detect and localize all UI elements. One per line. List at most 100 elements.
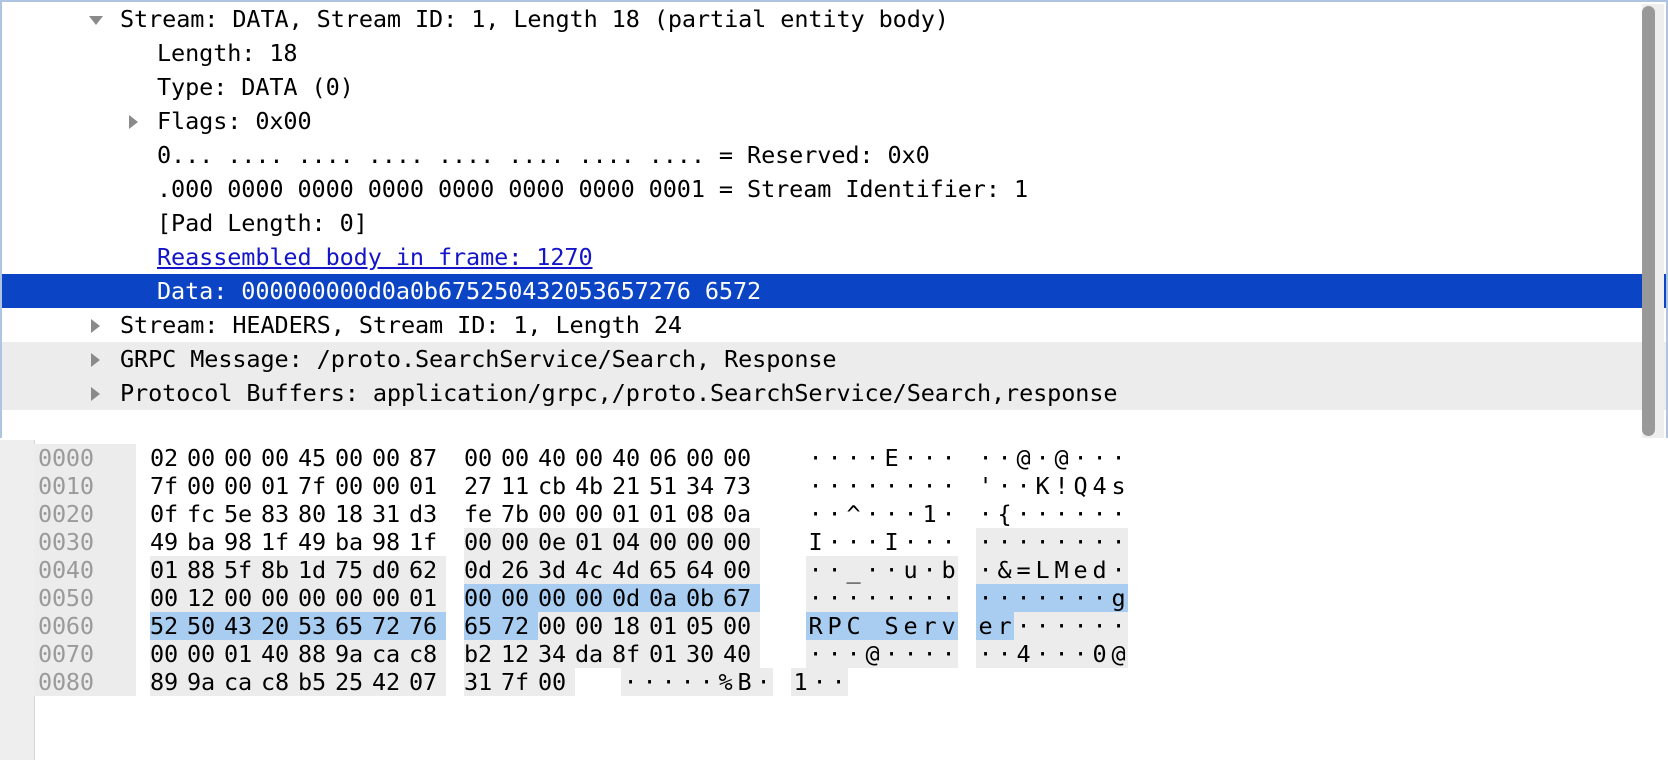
ascii-column[interactable]: ···@···· ··4···0@ bbox=[760, 640, 1128, 668]
hex-bytes-left[interactable]: 00000140889acac8 bbox=[150, 640, 446, 668]
hex-dump-rows[interactable]: 000002000000450000870000400040060000····… bbox=[34, 444, 1128, 696]
hex-dump-row[interactable]: 006052504320536572766572000018010500RPC … bbox=[34, 612, 1128, 640]
hex-bytes-column[interactable]: 01885f8b1d75d062 0d263d4c4d656400 bbox=[136, 556, 760, 584]
hex-dump-row[interactable]: 00200ffc5e83801831d3fe7b00000101080a··^·… bbox=[34, 500, 1128, 528]
ascii-column[interactable]: ········ '··K!Q4s bbox=[760, 472, 1128, 500]
ascii-column[interactable]: ··_··u·b ·&=LMed· bbox=[760, 556, 1128, 584]
hex-bytes-left[interactable]: 01885f8b1d75d062 bbox=[150, 556, 446, 584]
detail-tree-row[interactable]: Stream: DATA, Stream ID: 1, Length 18 (p… bbox=[2, 2, 1666, 36]
hex-bytes-column[interactable]: 0200000045000087 0000400040060000 bbox=[136, 444, 760, 472]
hex-dump-row[interactable]: 000002000000450000870000400040060000····… bbox=[34, 444, 1128, 472]
chevron-right-icon[interactable] bbox=[122, 104, 148, 138]
ascii-span[interactable]: ···@···· bbox=[806, 640, 958, 668]
chevron-right-icon[interactable] bbox=[84, 342, 110, 376]
hex-bytes-column[interactable]: 49ba981f49ba981f 00000e0104000000 bbox=[136, 528, 760, 556]
detail-tree-row[interactable]: 0... .... .... .... .... .... .... .... … bbox=[2, 138, 1666, 172]
hex-byte-span[interactable]: 0012000000000001 bbox=[150, 584, 446, 612]
hex-byte-span[interactable]: 317f00 bbox=[464, 668, 575, 696]
hex-byte-span[interactable]: 0200000045000087 bbox=[150, 444, 446, 472]
hex-byte-span[interactable]: 0d263d4c4d656400 bbox=[464, 556, 760, 584]
ascii-span[interactable]: 1·· bbox=[791, 668, 848, 696]
ascii-span[interactable]: ········ bbox=[976, 528, 1128, 556]
hex-bytes-right[interactable]: 2711cb4b21513473 bbox=[464, 472, 760, 500]
ascii-left[interactable]: ··_··u·b bbox=[806, 556, 958, 584]
ascii-span[interactable]: ······ bbox=[1014, 612, 1128, 640]
ascii-span[interactable]: ·&=LMed· bbox=[976, 556, 1128, 584]
ascii-right[interactable]: '··K!Q4s bbox=[976, 472, 1128, 500]
hex-bytes-left[interactable]: 49ba981f49ba981f bbox=[150, 528, 446, 556]
hex-bytes-column[interactable]: 7f0000017f000001 2711cb4b21513473 bbox=[136, 472, 760, 500]
hex-bytes-left[interactable]: 7f0000017f000001 bbox=[150, 472, 446, 500]
ascii-span[interactable]: ········ bbox=[806, 584, 958, 612]
ascii-left[interactable]: ···@···· bbox=[806, 640, 958, 668]
ascii-left[interactable]: ··^···1· bbox=[806, 500, 958, 528]
hex-dump-row[interactable]: 003049ba981f49ba981f00000e0104000000I···… bbox=[34, 528, 1128, 556]
hex-bytes-column[interactable]: 0012000000000001 000000000d0a0b67 bbox=[136, 584, 760, 612]
ascii-left[interactable]: ········ bbox=[806, 472, 958, 500]
hex-bytes-left[interactable]: 899acac8b5254207 bbox=[150, 668, 446, 696]
hex-byte-span[interactable]: b21234da8f013040 bbox=[464, 640, 760, 668]
ascii-span[interactable]: ····E··· bbox=[806, 444, 958, 472]
ascii-left[interactable]: I···I··· bbox=[806, 528, 958, 556]
hex-byte-span[interactable]: 2711cb4b21513473 bbox=[464, 472, 760, 500]
detail-tree-row[interactable]: Length: 18 bbox=[2, 36, 1666, 70]
hex-byte-span[interactable]: 01885f8b1d75d062 bbox=[150, 556, 446, 584]
hex-bytes-left[interactable]: 5250432053657276 bbox=[150, 612, 446, 640]
hex-byte-span[interactable]: 899acac8b5254207 bbox=[150, 668, 446, 696]
hex-bytes-column[interactable]: 899acac8b5254207 317f00 bbox=[136, 668, 575, 696]
detail-tree-row[interactable]: Data: 000000000d0a0b675250432053657276 6… bbox=[2, 274, 1666, 308]
hex-bytes-right[interactable]: 00000e0104000000 bbox=[464, 528, 760, 556]
ascii-right[interactable]: ··4···0@ bbox=[976, 640, 1128, 668]
ascii-right[interactable]: ··@·@··· bbox=[976, 444, 1128, 472]
ascii-span[interactable]: ··4···0@ bbox=[976, 640, 1128, 668]
hex-bytes-right[interactable]: 317f00 bbox=[464, 668, 575, 696]
chevron-down-icon[interactable] bbox=[84, 2, 110, 36]
hex-bytes-right[interactable]: 0d263d4c4d656400 bbox=[464, 556, 760, 584]
ascii-span[interactable]: ·······g bbox=[976, 584, 1128, 612]
ascii-column[interactable]: ··^···1· ·{······ bbox=[760, 500, 1128, 528]
hex-bytes-right[interactable]: 000000000d0a0b67 bbox=[464, 584, 760, 612]
detail-pane-scrollbar-track[interactable] bbox=[1642, 4, 1664, 438]
packet-detail-tree[interactable]: Stream: DATA, Stream ID: 1, Length 18 (p… bbox=[2, 2, 1666, 436]
detail-tree-row[interactable]: Type: DATA (0) bbox=[2, 70, 1666, 104]
ascii-left[interactable]: RPC Serv bbox=[806, 612, 958, 640]
ascii-column[interactable]: RPC Serv er······ bbox=[760, 612, 1128, 640]
hex-dump-row[interactable]: 00500012000000000001000000000d0a0b67····… bbox=[34, 584, 1128, 612]
detail-pane-scrollbar-thumb[interactable] bbox=[1642, 6, 1655, 436]
ascii-left[interactable]: ········ bbox=[806, 584, 958, 612]
ascii-span[interactable]: I···I··· bbox=[806, 528, 958, 556]
ascii-right[interactable]: 1·· bbox=[791, 668, 848, 696]
hex-byte-span[interactable]: 000018010500 bbox=[538, 612, 760, 640]
hex-bytes-column[interactable]: 0ffc5e83801831d3fe7b00000101080a bbox=[136, 500, 760, 528]
ascii-span[interactable]: ········ bbox=[806, 472, 958, 500]
hex-dump-row[interactable]: 00107f0000017f0000012711cb4b21513473····… bbox=[34, 472, 1128, 500]
hex-byte-span[interactable]: 49ba981f49ba981f bbox=[150, 528, 446, 556]
ascii-span[interactable]: ··@·@··· bbox=[976, 444, 1128, 472]
ascii-span[interactable]: '··K!Q4s bbox=[976, 472, 1128, 500]
ascii-right[interactable]: ········ bbox=[976, 528, 1128, 556]
hex-bytes-column[interactable]: 52504320536572766572000018010500 bbox=[136, 612, 760, 640]
ascii-right[interactable]: ·······g bbox=[976, 584, 1128, 612]
ascii-span-selected[interactable]: er bbox=[976, 612, 1014, 640]
ascii-left[interactable]: ·····%B· bbox=[621, 668, 773, 696]
hex-byte-span[interactable]: 00000140889acac8 bbox=[150, 640, 446, 668]
hex-bytes-left[interactable]: 0ffc5e83801831d3 bbox=[150, 500, 446, 528]
detail-tree-row[interactable]: Protocol Buffers: application/grpc,/prot… bbox=[2, 376, 1666, 410]
ascii-column[interactable]: ········ ·······g bbox=[760, 584, 1128, 612]
detail-tree-row[interactable]: .000 0000 0000 0000 0000 0000 0000 0001 … bbox=[2, 172, 1666, 206]
chevron-right-icon[interactable] bbox=[84, 308, 110, 342]
hex-byte-span[interactable]: 7f0000017f000001 bbox=[150, 472, 446, 500]
ascii-span[interactable]: ·····%B· bbox=[621, 668, 773, 696]
hex-bytes-right[interactable]: b21234da8f013040 bbox=[464, 640, 760, 668]
ascii-span[interactable]: ·{······ bbox=[976, 500, 1128, 528]
ascii-right[interactable]: ·&=LMed· bbox=[976, 556, 1128, 584]
hex-dump-row[interactable]: 007000000140889acac8b21234da8f013040···@… bbox=[34, 640, 1128, 668]
ascii-span[interactable]: ··_··u·b bbox=[806, 556, 958, 584]
ascii-span[interactable]: ··^···1· bbox=[806, 500, 958, 528]
detail-tree-row[interactable]: Stream: HEADERS, Stream ID: 1, Length 24 bbox=[2, 308, 1666, 342]
hex-dump-row[interactable]: 004001885f8b1d75d0620d263d4c4d656400··_·… bbox=[34, 556, 1128, 584]
hex-bytes-right[interactable]: 0000400040060000 bbox=[464, 444, 760, 472]
detail-tree-row[interactable]: Flags: 0x00 bbox=[2, 104, 1666, 138]
hex-bytes-left[interactable]: 0200000045000087 bbox=[150, 444, 446, 472]
ascii-span[interactable]: RPC Serv bbox=[806, 612, 958, 640]
